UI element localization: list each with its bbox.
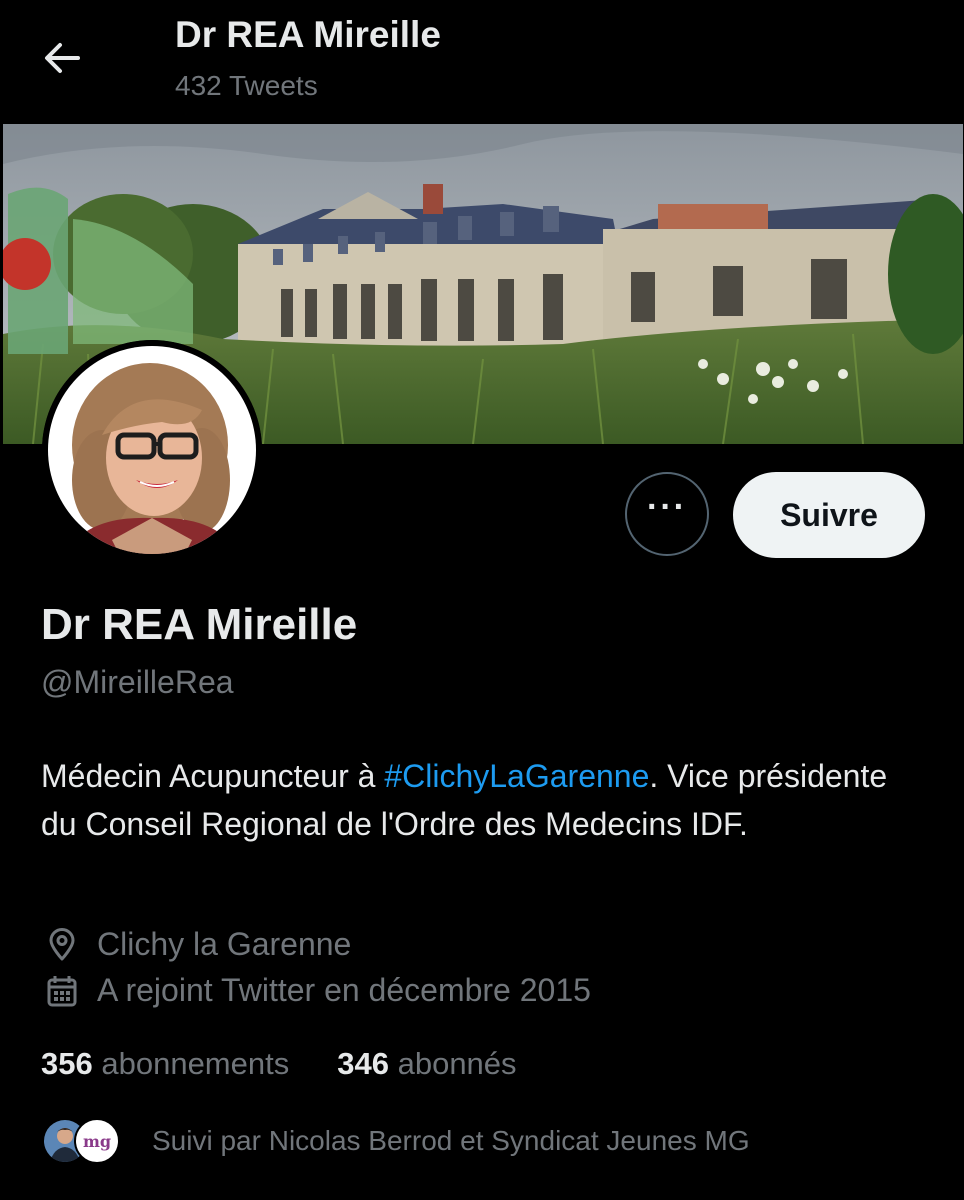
- more-options-button[interactable]: ···: [625, 472, 709, 556]
- location-pin-icon: [49, 927, 75, 960]
- profile-handle: @MireilleRea: [41, 664, 234, 700]
- follow-button[interactable]: Suivre: [733, 472, 925, 558]
- following-link[interactable]: 356 abonnements: [41, 1046, 289, 1082]
- back-arrow-icon: [45, 43, 80, 73]
- followed-by-text: Suivi par Nicolas Berrod et Syndicat Jeu…: [152, 1125, 750, 1156]
- join-date-text: A rejoint Twitter en décembre 2015: [97, 972, 591, 1008]
- back-button[interactable]: [40, 36, 84, 80]
- follower-avatar-2-logo: mg: [82, 1131, 112, 1151]
- followers-count: 346: [337, 1046, 389, 1081]
- profile-bio: Médecin Acupuncteur à #ClichyLaGarenne. …: [41, 752, 921, 848]
- followers-link[interactable]: 346 abonnés: [337, 1046, 516, 1082]
- location-text: Clichy la Garenne: [97, 926, 352, 962]
- bio-hashtag-link[interactable]: #ClichyLaGarenne: [384, 758, 649, 794]
- bio-text-start: Médecin Acupuncteur à: [41, 758, 385, 794]
- avatar-image: [42, 340, 262, 560]
- follower-avatar-2: mg: [74, 1118, 120, 1164]
- profile-join-date: A rejoint Twitter en décembre 2015: [45, 972, 591, 1009]
- profile-location: Clichy la Garenne: [45, 926, 351, 963]
- followers-label: abonnés: [397, 1046, 517, 1081]
- top-bar: Dr REA Mireille 432 Tweets: [0, 0, 964, 120]
- profile-avatar[interactable]: [42, 340, 262, 560]
- tweet-count: 432 Tweets: [175, 70, 318, 101]
- calendar-icon: [47, 975, 77, 1006]
- profile-stats: 356 abonnements 346 abonnés: [41, 1046, 565, 1082]
- following-label: abonnements: [101, 1046, 290, 1081]
- header-title: Dr REA Mireille: [175, 14, 441, 55]
- more-options-icon: ···: [647, 488, 687, 526]
- profile-name: Dr REA Mireille: [41, 600, 358, 649]
- followed-by-row[interactable]: mg Suivi par Nicolas Berrod et Syndicat …: [42, 1118, 750, 1164]
- following-count: 356: [41, 1046, 93, 1081]
